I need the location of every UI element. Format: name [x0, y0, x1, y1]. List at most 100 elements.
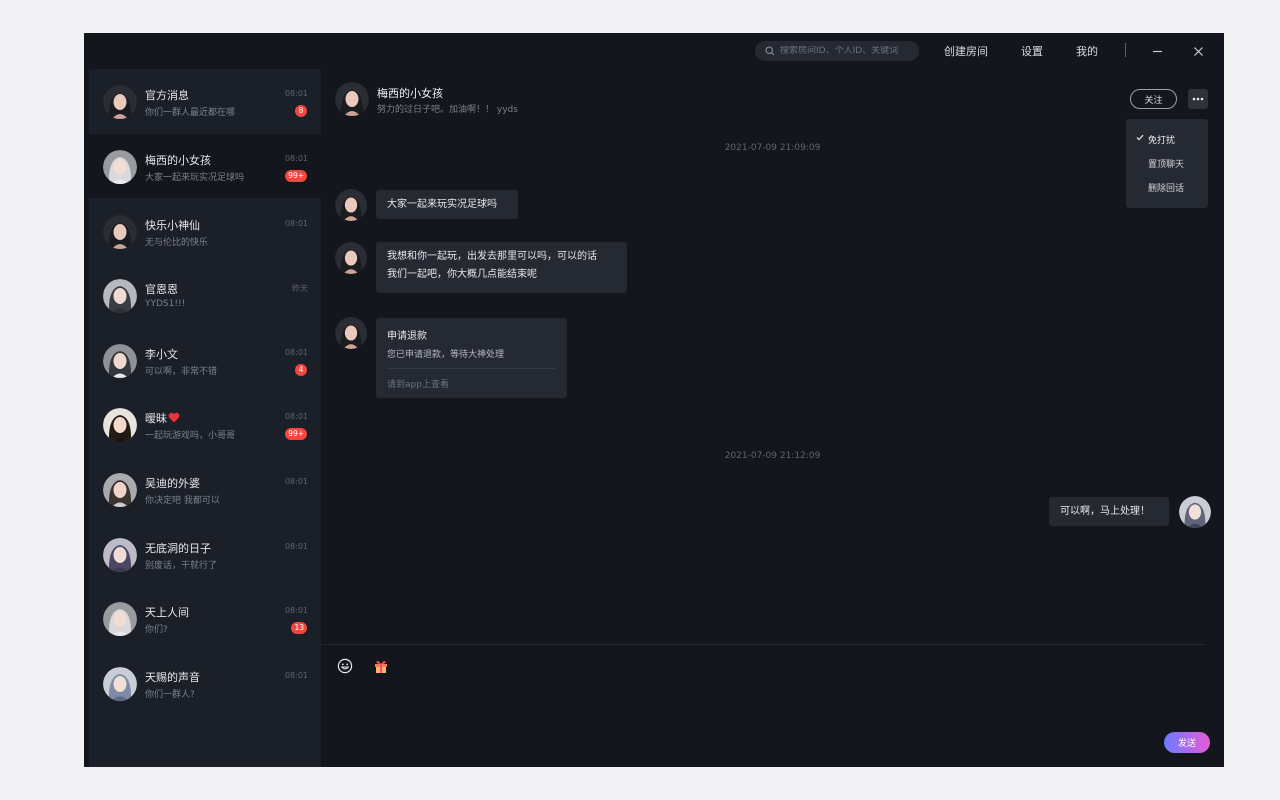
unread-badge: 13 — [291, 622, 307, 634]
avatar — [103, 602, 137, 636]
title-bar: 创建房间 设置 我的 — [84, 33, 1224, 69]
conversation-name: 暧昧 — [145, 410, 180, 426]
conversation-name: 官方消息 — [145, 89, 189, 102]
conversation-name: 李小文 — [145, 348, 178, 361]
avatar — [103, 85, 137, 119]
chat-subtitle: 努力的过日子吧。加油啊！！ yyds — [377, 105, 518, 115]
conversation-time: 08:01 — [284, 606, 308, 615]
conversation-item[interactable]: 官恩恩 YYDS1!!! 昨天 — [89, 263, 321, 327]
card-title: 申请退款 — [387, 331, 427, 342]
conversation-name: 吴迪的外婆 — [145, 477, 200, 490]
message-bubble: 大家一起来玩实况足球吗 — [376, 190, 518, 219]
emoji-button[interactable] — [336, 657, 354, 675]
conversation-time: 08:01 — [284, 412, 308, 421]
message-bubble-self: 可以啊，马上处理！ — [1049, 497, 1169, 526]
avatar — [103, 473, 137, 507]
search-box[interactable] — [755, 41, 919, 61]
conversation-item[interactable]: 天赐的声音 你们一群人? 08:01 — [89, 651, 321, 715]
chat-window: 创建房间 设置 我的 官方消息 你们一群人最近都在哪 08:01 8 梅西的小女… — [84, 33, 1224, 767]
search-icon — [765, 46, 775, 56]
conversation-name: 梅西的小女孩 — [145, 154, 211, 167]
unread-badge: 99+ — [285, 170, 307, 182]
gift-icon — [375, 660, 387, 673]
avatar — [103, 538, 137, 572]
conversation-preview: 一起玩游戏吗，小哥哥 — [145, 431, 236, 441]
conversation-time: 08:01 — [284, 477, 308, 486]
options-dropdown: 免打扰 置顶聊天 删除回话 — [1126, 119, 1208, 208]
chat-avatar[interactable] — [335, 82, 369, 116]
conversation-time: 昨天 — [292, 284, 308, 293]
minimize-button[interactable] — [1147, 41, 1167, 61]
avatar — [103, 408, 137, 442]
avatar — [103, 215, 137, 249]
follow-button[interactable]: 关注 — [1130, 89, 1177, 109]
conversation-preview: 你决定吧 我都可以 — [145, 496, 220, 506]
minimize-icon — [1152, 50, 1162, 52]
card-link[interactable]: 请到app上查看 — [387, 377, 449, 390]
conversation-preview: 你们一群人? — [145, 690, 195, 700]
close-button[interactable] — [1188, 41, 1208, 61]
divider — [1125, 43, 1126, 57]
conversation-name: 天上人间 — [145, 606, 189, 619]
message-avatar[interactable] — [335, 317, 367, 349]
avatar — [103, 279, 137, 313]
conversation-name: 快乐小神仙 — [145, 219, 200, 232]
conversation-preview: YYDS1!!! — [145, 299, 186, 309]
message-timestamp: 2021-07-09 21:09:09 — [724, 143, 821, 153]
conversation-time: 08:01 — [284, 671, 308, 680]
self-avatar[interactable] — [1179, 496, 1211, 528]
send-button[interactable]: 发送 — [1164, 732, 1210, 753]
message-timestamp: 2021-07-09 21:12:09 — [724, 451, 821, 461]
profile-link[interactable]: 我的 — [1076, 43, 1098, 59]
create-room-link[interactable]: 创建房间 — [944, 43, 988, 59]
search-input[interactable] — [780, 46, 910, 56]
conversation-time: 08:01 — [284, 542, 308, 551]
conversation-preview: 无与伦比的快乐 — [145, 238, 209, 248]
card-divider — [387, 368, 556, 369]
message-line: 我们一起吧，你大概几点能结束呢 — [387, 269, 537, 280]
conversation-item[interactable]: 无底洞的日子 别废话，干就行了 08:01 — [89, 522, 321, 586]
unread-badge: 99+ — [285, 428, 307, 440]
menu-item-delete-chat[interactable]: 删除回话 — [1148, 181, 1184, 194]
more-icon — [1192, 97, 1204, 101]
emoji-icon — [337, 658, 353, 674]
message-bubble: 我想和你一起玩，出发去那里可以吗，可以的话 我们一起吧，你大概几点能结束呢 — [376, 242, 627, 293]
conversation-time: 08:01 — [284, 348, 308, 357]
settings-link[interactable]: 设置 — [1021, 43, 1043, 59]
input-divider — [321, 644, 1206, 645]
message-line: 我想和你一起玩，出发去那里可以吗，可以的话 — [387, 251, 597, 262]
conversation-item[interactable]: 暧昧 一起玩游戏吗，小哥哥 08:01 99+ — [89, 392, 321, 456]
close-icon — [1193, 46, 1203, 56]
conversation-preview: 可以啊，非常不错 — [145, 367, 218, 377]
conversation-time: 08:01 — [284, 154, 308, 163]
conversation-item-active[interactable]: 梅西的小女孩 大家一起来玩实况足球吗 08:01 99+ — [89, 134, 321, 198]
conversation-item[interactable]: 快乐小神仙 无与伦比的快乐 08:01 — [89, 199, 321, 263]
checkmark-icon — [1136, 134, 1144, 141]
conversation-name: 官恩恩 — [145, 283, 178, 296]
card-body: 您已申请退款，等待大神处理 — [387, 350, 505, 360]
conversation-item[interactable]: 李小文 可以啊，非常不错 08:01 4 — [89, 328, 321, 392]
conversation-list: 官方消息 你们一群人最近都在哪 08:01 8 梅西的小女孩 大家一起来玩实况足… — [89, 69, 321, 767]
conversation-item[interactable]: 天上人间 你们? 08:01 13 — [89, 586, 321, 650]
message-input[interactable] — [335, 683, 1205, 745]
unread-badge: 8 — [295, 105, 307, 117]
conversation-preview: 别废话，干就行了 — [145, 561, 218, 571]
conversation-name: 天赐的声音 — [145, 671, 200, 684]
gift-button[interactable] — [372, 657, 390, 675]
conversation-item[interactable]: 官方消息 你们一群人最近都在哪 08:01 8 — [89, 69, 321, 133]
avatar — [103, 344, 137, 378]
conversation-preview: 大家一起来玩实况足球吗 — [145, 173, 245, 183]
menu-item-pin-chat[interactable]: 置顶聊天 — [1148, 157, 1184, 170]
conversation-preview: 你们? — [145, 625, 168, 635]
avatar — [103, 150, 137, 184]
conversation-name: 无底洞的日子 — [145, 542, 211, 555]
conversation-preview: 你们一群人最近都在哪 — [145, 108, 236, 118]
chat-title: 梅西的小女孩 — [377, 87, 443, 100]
refund-card: 申请退款 您已申请退款，等待大神处理 请到app上查看 — [376, 318, 567, 398]
message-avatar[interactable] — [335, 189, 367, 221]
unread-badge: 4 — [295, 364, 307, 376]
avatar — [103, 667, 137, 701]
more-options-button[interactable] — [1188, 89, 1208, 109]
conversation-item[interactable]: 吴迪的外婆 你决定吧 我都可以 08:01 — [89, 457, 321, 521]
message-avatar[interactable] — [335, 242, 367, 274]
